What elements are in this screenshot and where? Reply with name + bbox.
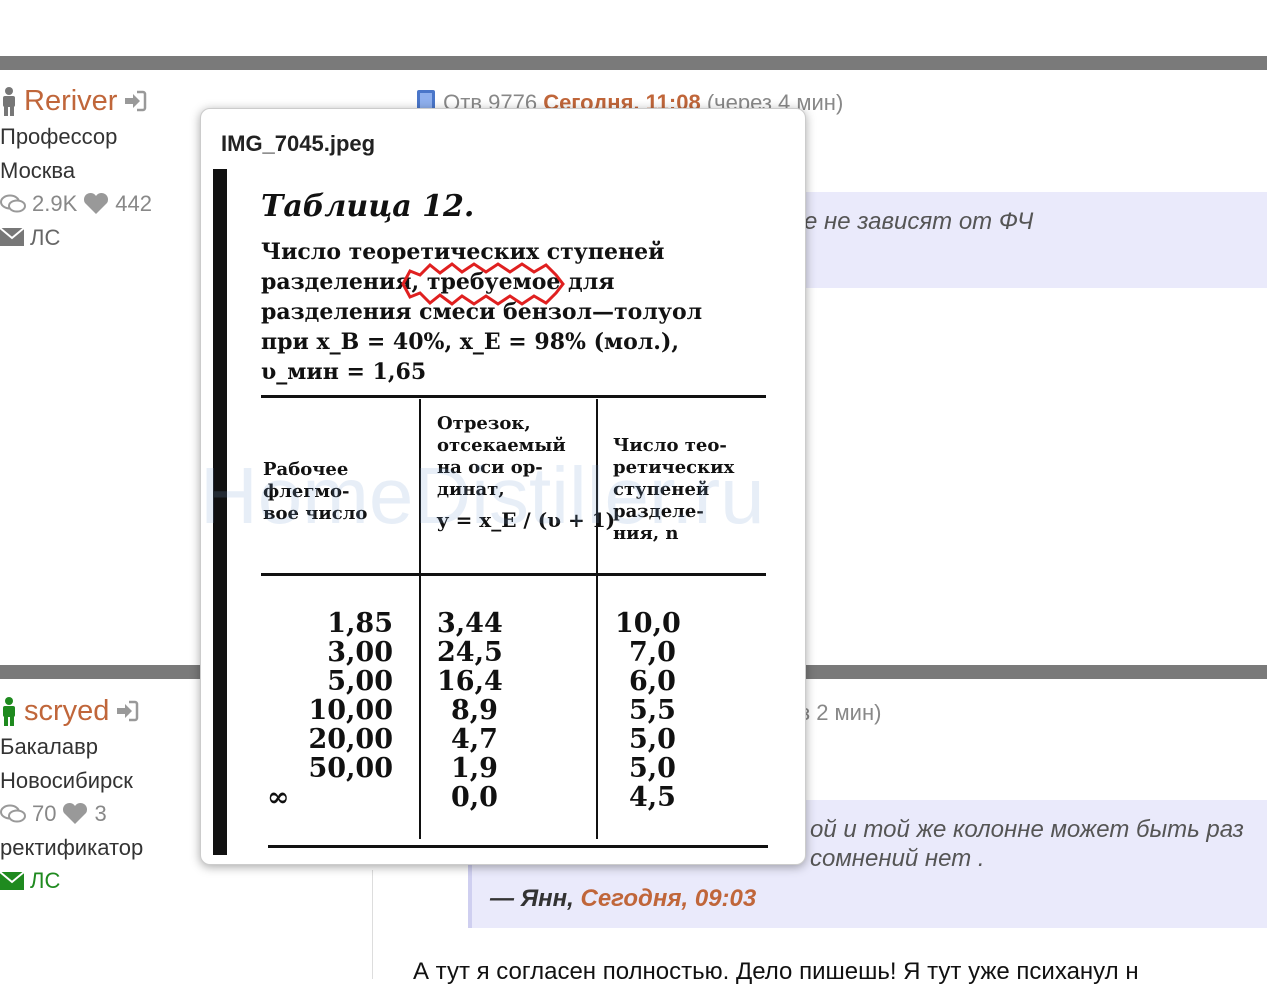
column-separator (372, 870, 373, 979)
image-filename: IMG_7045.jpeg (221, 131, 376, 156)
caption-line: υ_мин = 1,65 (261, 359, 427, 385)
comments-icon (0, 194, 26, 213)
table-cell: 3,00 (327, 637, 393, 668)
message-count: 70 (32, 801, 57, 826)
table-cell: 8,9 (451, 695, 498, 726)
author-stats: 70 3 (0, 797, 200, 831)
post-divider (0, 56, 1267, 70)
table-rule (261, 573, 766, 576)
quote-signature: — Янн, Сегодня, 09:03 (490, 885, 757, 912)
table-rule (268, 845, 768, 848)
table-rule (261, 395, 766, 398)
quote-line: ой и той же колонне может быть раз (810, 816, 1244, 843)
table-cell: 24,5 (437, 637, 503, 668)
user-icon (3, 697, 15, 726)
column-reflux: 1,85 3,00 5,00 10,00 20,00 50,00 ∞ (263, 609, 393, 812)
quote-text: е не зависят от ФЧ (804, 208, 1034, 235)
table-cell: 50,00 (308, 753, 393, 784)
table-cell: 4,7 (451, 724, 498, 755)
table-cell: 10,0 (615, 608, 681, 639)
table-cell: 1,9 (451, 753, 498, 784)
quote-date-link[interactable]: Сегодня, 09:03 (581, 885, 757, 912)
like-count: 442 (115, 191, 152, 216)
table-cell: 5,0 (629, 724, 676, 755)
sign-in-icon[interactable] (123, 90, 147, 112)
user-icon (3, 87, 15, 116)
author-name[interactable]: Reriver (24, 82, 117, 120)
column-stages: 10,0 7,0 6,0 5,5 5,0 5,0 4,5 (615, 609, 681, 812)
author-rank: Бакалавр (0, 734, 99, 759)
table-cell: 0,0 (451, 782, 498, 813)
table-cell: 5,5 (629, 695, 676, 726)
sign-in-icon[interactable] (115, 700, 139, 722)
author-panel: scryed Бакалавр Новосибирск 70 3 ректифи… (0, 692, 200, 898)
table-cell: 16,4 (437, 666, 503, 697)
table-cell: ∞ (267, 782, 290, 813)
table-cell: 3,44 (437, 608, 503, 639)
private-message-link[interactable]: ЛС (0, 864, 200, 898)
table-cell: 20,00 (308, 724, 393, 755)
envelope-icon (0, 228, 24, 247)
post-time-delta: з 2 мин) (800, 700, 882, 725)
author-rank: Профессор (0, 124, 118, 149)
message-count: 2.9K (32, 191, 78, 216)
envelope-icon (0, 871, 24, 890)
author-name[interactable]: scryed (24, 692, 109, 730)
author-role: ректификатор (0, 834, 144, 860)
column-intercept: 3,44 24,5 16,4 8,9 4,7 1,9 0,0 (437, 609, 503, 812)
table-cell: 10,00 (308, 695, 393, 726)
author-stats: 2.9K 442 (0, 187, 200, 221)
table-cell: 7,0 (629, 637, 676, 668)
highlight-marker (401, 262, 565, 306)
table-title: Таблица 12. (261, 189, 475, 224)
private-message-link[interactable]: ЛС (0, 221, 200, 255)
author-panel: Reriver Профессор Москва 2.9K 442 ЛС (0, 82, 200, 254)
post-body: А тут я согласен полностью. Дело пишешь!… (413, 958, 1139, 985)
table-cell: 4,5 (629, 782, 676, 813)
heart-icon (84, 192, 109, 214)
table-cell: 6,0 (629, 666, 676, 697)
author-city: Москва (0, 157, 76, 183)
like-count: 3 (94, 801, 107, 826)
comments-icon (0, 804, 26, 823)
table-cell: 5,0 (629, 753, 676, 784)
post-meta: з 2 мин) (800, 700, 881, 726)
table-cell: 5,00 (327, 666, 393, 697)
watermark: HomeDistiller.ru (200, 451, 765, 540)
caption-line: при x_B = 40%, x_E = 98% (мол.), (261, 329, 680, 355)
heart-icon (63, 802, 88, 824)
table-cell: 1,85 (327, 608, 393, 639)
author-city: Новосибирск (0, 767, 133, 793)
quote-line: сомнений нет . (810, 845, 985, 872)
